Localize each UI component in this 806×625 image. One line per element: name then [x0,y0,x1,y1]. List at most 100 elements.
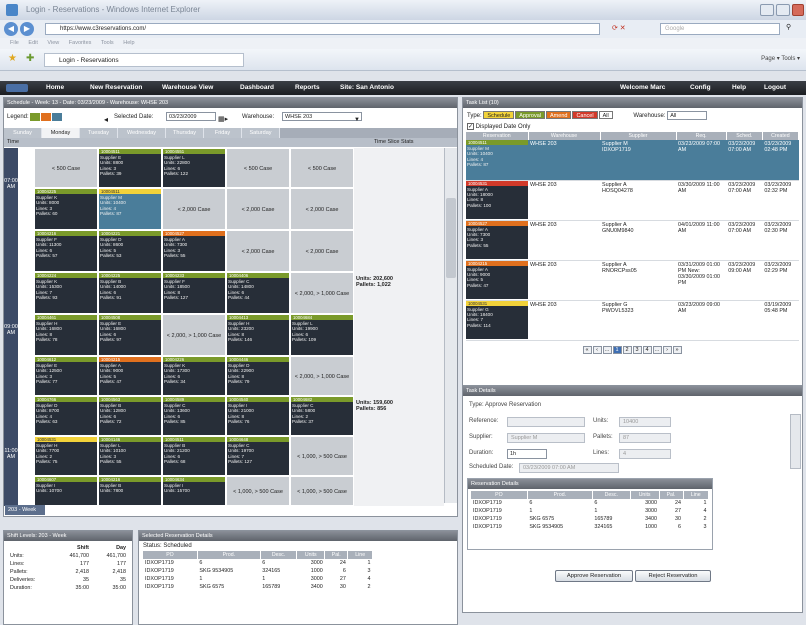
refresh-icon[interactable]: ⟳ ✕ [612,24,626,32]
empty-slot[interactable]: < 1,000, > 500 Case [226,476,290,506]
task-row[interactable]: 10004215 Supplier A Units: 9000 Lines: 5 Pal… [466,260,799,301]
search-input[interactable]: Google [660,23,780,35]
filter-approval[interactable]: Approval [515,111,546,119]
next-set-icon[interactable]: … [652,345,662,354]
browser-tab[interactable]: Login - Reservations [44,53,244,67]
task-row[interactable]: 10004531 Supplier A Units: 18000 Lines: 8 Pa… [466,180,799,221]
reservation-block[interactable]: 10004531 Supplier H Units: 7700 Lines: 2 Pal… [34,436,98,476]
reservation-block[interactable]: 10004406 Supplier C Units: 14800 Lines: 6 Pa… [226,272,290,314]
nav-new-reservation[interactable]: New Reservation [90,81,142,95]
menu-file[interactable]: File [10,40,19,46]
col-pal[interactable]: Pal. [324,551,349,559]
reservation-block[interactable]: 10004508 Supplier E Units: 16800 Lines: 6 Pa… [98,314,162,356]
reservation-block[interactable]: 10004684 Supplier L Units: 19900 Lines: 6 Pa… [290,314,354,356]
reservation-block[interactable]: 10004224 Supplier K Units: 15300 Lines: 7 Pa… [34,272,98,314]
reservation-block[interactable]: 10004551 Supplier L Units: 22800 Lines: 6 Pa… [162,148,226,188]
col-po[interactable]: PO [143,551,198,559]
empty-slot[interactable]: < 2,000, > 1,000 Case [290,356,354,396]
empty-slot[interactable]: < 2,000 Case [290,188,354,230]
reservation-block[interactable]: 10004216 Supplier F Units: 11300 Lines: 6 Pa… [34,230,98,272]
scheduled-date-field[interactable]: 03/23/2009 07:00 AM [519,463,619,473]
task-row[interactable]: 10004531 Supplier G Units: 18400 Lines: 7 Pa… [466,300,799,341]
empty-slot[interactable]: < 2,000 Case [162,188,226,230]
reservation-block[interactable]: 10004589 Supplier C Units: 13600 Lines: 6 Pa… [162,396,226,436]
page-tools-menu[interactable]: Page ▾ Tools ▾ [761,55,800,62]
scrollbar-thumb[interactable] [446,198,456,278]
table-row[interactable]: IDXOP1719 1 1 3000 27 4 [143,575,373,583]
url-input[interactable]: https://www.c3reservations.com/ [45,23,600,35]
reservation-block[interactable]: 10004511 Supplier B Units: 21200 Lines: 6 Pa… [162,436,226,476]
empty-slot[interactable]: < 500 Case [226,148,290,188]
tab-monday[interactable]: Monday [42,128,80,138]
col-sched[interactable]: Sched. [726,132,763,140]
warehouse-select[interactable]: WHSE 203 [282,112,362,121]
col-prod[interactable]: Prod. [527,491,593,499]
col-units[interactable]: Units [296,551,326,559]
reservation-block[interactable]: 10004413 Supplier H Units: 23200 Lines: 8 Pa… [226,314,290,356]
search-icon[interactable]: ⚲ [786,23,791,31]
table-row[interactable]: IDXOP1719 6 6 3000 24 1 [143,559,373,567]
chevron-down-icon[interactable]: ▼ [354,112,360,128]
col-po[interactable]: PO [471,491,528,499]
nav-help[interactable]: Help [732,81,746,95]
tab-sunday[interactable]: Sunday [4,128,42,138]
col-desc[interactable]: Desc. [260,551,298,559]
prev-page-icon[interactable]: ‹ [592,345,602,354]
task-row[interactable]: 10004511 Supplier M Units: 10400 Lines: 4 Pa… [466,140,799,181]
menu-view[interactable]: View [47,40,59,46]
task-row[interactable]: 10004527 Supplier A Units: 7300 Lines: 3 Pal… [466,220,799,261]
page-3[interactable]: 3 [632,345,642,354]
empty-slot[interactable]: < 2,000 Case [226,188,290,230]
reservation-block[interactable]: 10004226 Supplier K Units: 17300 Lines: 6 Pa… [162,356,226,396]
reservation-block[interactable]: 10004527 Supplier A Units: 7300 Lines: 3 Pal… [162,230,226,272]
duration-select[interactable]: 1h [507,449,547,459]
reservation-block[interactable]: 10004511 Supplier M Units: 10400 Lines: 4 Pa… [98,188,162,230]
last-page-icon[interactable]: » [672,345,682,354]
reservation-block[interactable]: 10004607 Supplier I Units: 10700 [34,476,98,506]
reservation-block[interactable]: 10004540 Supplier I Units: 21000 Lines: 8 Pa… [226,396,290,436]
menu-help[interactable]: Help [123,40,134,46]
reservation-block[interactable]: 10004511 Supplier E Units: 8800 Lines: 3 Pal… [98,148,162,188]
page-1[interactable]: 1 [612,345,622,354]
col-created[interactable]: Created [762,132,800,140]
reservation-block[interactable]: 10004221 Supplier D Units: 8600 Lines: 5 Pal… [98,230,162,272]
pallets-field[interactable]: 87 [619,433,671,443]
calendar-icon[interactable]: ▦▸ [218,112,228,128]
prev-set-icon[interactable]: … [602,345,612,354]
reservation-block[interactable]: 10004216 Supplier B Units: 7800 [98,476,162,506]
empty-slot[interactable]: < 2,000, > 1,000 Case [162,314,226,356]
reservation-block[interactable]: 10004146 Supplier L Units: 10100 Lines: 3 Pa… [98,436,162,476]
favorites-star-icon[interactable]: ★ [8,53,17,64]
tab-friday[interactable]: Friday [204,128,242,138]
empty-slot[interactable]: < 2,000 Case [290,230,354,272]
units-field[interactable]: 10400 [619,417,671,427]
reservation-block[interactable]: 10004648 Supplier C Units: 19700 Lines: 7 Pa… [226,436,290,476]
reservation-block[interactable]: 10004563 Supplier B Units: 12800 Lines: 6 Pa… [98,396,162,436]
tl-warehouse-select[interactable]: All [667,111,708,120]
page-4[interactable]: 4 [642,345,652,354]
week-button[interactable]: 203 - Week [5,505,45,515]
empty-slot[interactable]: < 1,000, > 500 Case [290,476,354,506]
col-warehouse[interactable]: Warehouse [528,132,601,140]
lines-field[interactable]: 4 [619,449,671,459]
empty-slot[interactable]: < 500 Case [290,148,354,188]
tab-tuesday[interactable]: Tuesday [80,128,118,138]
reservation-block[interactable]: 10004233 Supplier F Units: 18500 Lines: 8 Pa… [162,272,226,314]
back-icon[interactable]: ◀ [4,22,18,36]
filter-schedule[interactable]: Schedule [483,111,515,119]
reservation-block[interactable]: 10004682 Supplier C Units: 5800 Lines: 2 Pal… [290,396,354,436]
filter-amend[interactable]: Amend [546,111,572,119]
table-row[interactable]: IDXOP1719 SKG 6575 165789 3400 30 2 [471,515,709,523]
menu-tools[interactable]: Tools [101,40,114,46]
col-supplier[interactable]: Supplier [600,132,677,140]
col-line[interactable]: Line [683,491,710,499]
table-row[interactable]: IDXOP1719 6 6 3000 24 1 [471,499,709,507]
selected-date-input[interactable]: 03/23/2009 [166,112,216,121]
details-scrollbar[interactable] [790,414,801,469]
col-desc[interactable]: Desc. [592,491,631,499]
schedule-scrollbar[interactable] [444,148,457,503]
filter-cancel[interactable]: Cancel [572,111,598,119]
reference-field[interactable] [507,417,585,427]
empty-slot[interactable]: < 2,000 Case [226,230,290,272]
tab-wednesday[interactable]: Wednesday [118,128,166,138]
